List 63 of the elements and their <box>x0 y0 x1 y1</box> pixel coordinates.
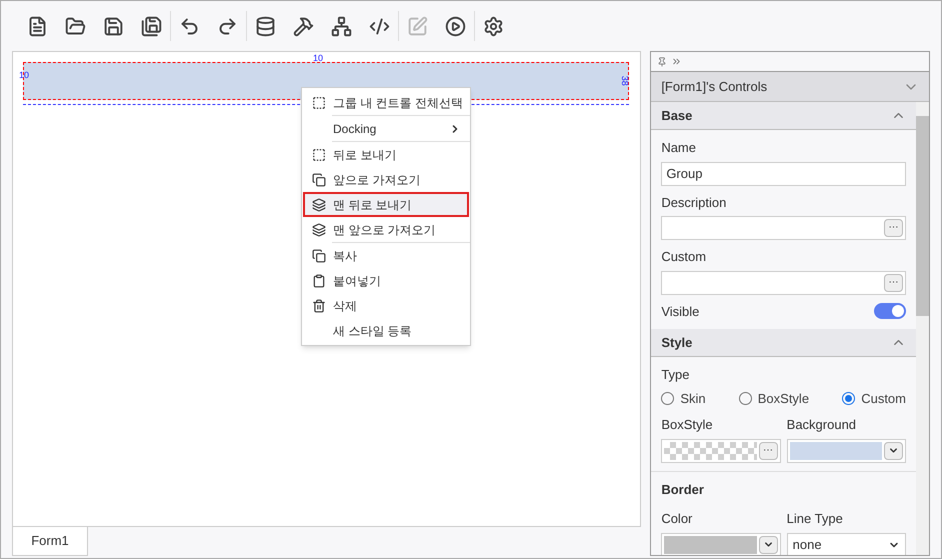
menu-item[interactable]: 복사 <box>303 243 469 268</box>
dimension-label: 10 <box>19 69 30 82</box>
menu-item[interactable]: 맨 앞으로 가져오기 <box>303 217 469 242</box>
panel-header[interactable]: [Form1]'s Controls <box>651 72 929 102</box>
field-label: Line Type <box>786 510 844 528</box>
dimension-label: 10 <box>313 52 324 65</box>
pin-icon[interactable] <box>657 56 668 66</box>
field-label: Type <box>661 366 690 384</box>
menu-item[interactable]: 붙여넣기 <box>303 268 469 293</box>
menu-item-label: Docking <box>333 120 378 138</box>
menu-item-label: 그룹 내 컨트롤 전체선택 <box>333 94 464 112</box>
radio-option[interactable]: Custom <box>842 388 906 408</box>
menu-item[interactable]: 새 스타일 등록 <box>303 318 469 343</box>
field-label: Custom <box>661 248 708 266</box>
field-label: Color <box>661 510 694 528</box>
section-header[interactable]: Base <box>651 102 916 130</box>
dimension-label: 38 <box>618 76 631 86</box>
dropdown-button[interactable] <box>884 442 903 460</box>
color-field[interactable] <box>786 438 906 462</box>
menu-item-label: 복사 <box>333 248 358 264</box>
name-field[interactable]: Group <box>661 162 906 186</box>
form-tab[interactable]: Form1 <box>12 527 88 556</box>
menu-item[interactable]: 뒤로 보내기 <box>303 142 469 167</box>
scrollbar[interactable] <box>916 102 929 555</box>
radio-button[interactable] <box>738 392 752 405</box>
input-field[interactable]: ⋯ <box>661 270 906 294</box>
menu-item[interactable]: 그룹 내 컨트롤 전체선택 <box>303 90 469 115</box>
box-style-field[interactable]: ⋯ <box>661 438 781 462</box>
menu-item-label: 새 스타일 등록 <box>333 322 413 340</box>
menu-item[interactable]: 앞으로 가져오기 <box>303 167 469 192</box>
collapse-icon[interactable] <box>671 56 682 67</box>
ellipsis-button[interactable]: ⋯ <box>758 442 778 460</box>
ellipsis-button[interactable]: ⋯ <box>884 219 903 237</box>
menu-item-label: 맨 뒤로 보내기 <box>333 196 413 214</box>
copy-icon <box>312 248 326 262</box>
menu-item-label: 앞으로 가져오기 <box>333 172 422 188</box>
menu-item-label: 삭제 <box>333 298 358 314</box>
field-label: BoxStyle <box>661 416 714 434</box>
color-field[interactable] <box>661 532 781 555</box>
menu-item[interactable]: 맨 뒤로 보내기 <box>303 192 469 217</box>
radio-button[interactable] <box>661 392 674 405</box>
select-all-icon <box>312 96 326 110</box>
ellipsis-button[interactable]: ⋯ <box>884 274 903 292</box>
toggle-switch[interactable] <box>874 303 906 320</box>
menu-item-label: 맨 앞으로 가져오기 <box>333 222 437 238</box>
radio-option[interactable]: Skin <box>661 388 706 408</box>
clipboard-icon <box>312 274 326 288</box>
radio-button[interactable] <box>842 392 856 405</box>
field-label: Description <box>661 194 728 212</box>
menu-item[interactable]: 삭제 <box>303 293 469 318</box>
section-header[interactable]: Style <box>651 329 916 357</box>
input-field[interactable]: ⋯ <box>661 216 906 240</box>
menu-item[interactable]: Docking <box>303 116 469 141</box>
trash-icon <box>312 298 326 312</box>
menu-item-label: 뒤로 보내기 <box>333 146 398 164</box>
panel-title: [Form1]'s Controls <box>661 78 768 96</box>
radio-option[interactable]: BoxStyle <box>738 388 810 408</box>
field-label: Name <box>661 139 697 157</box>
menu-item-label: 붙여넣기 <box>333 272 382 290</box>
field-label: Visible <box>661 302 700 320</box>
field-label: Background <box>786 416 858 434</box>
line-type-select[interactable]: none <box>786 532 906 555</box>
dropdown-button[interactable] <box>758 536 778 554</box>
